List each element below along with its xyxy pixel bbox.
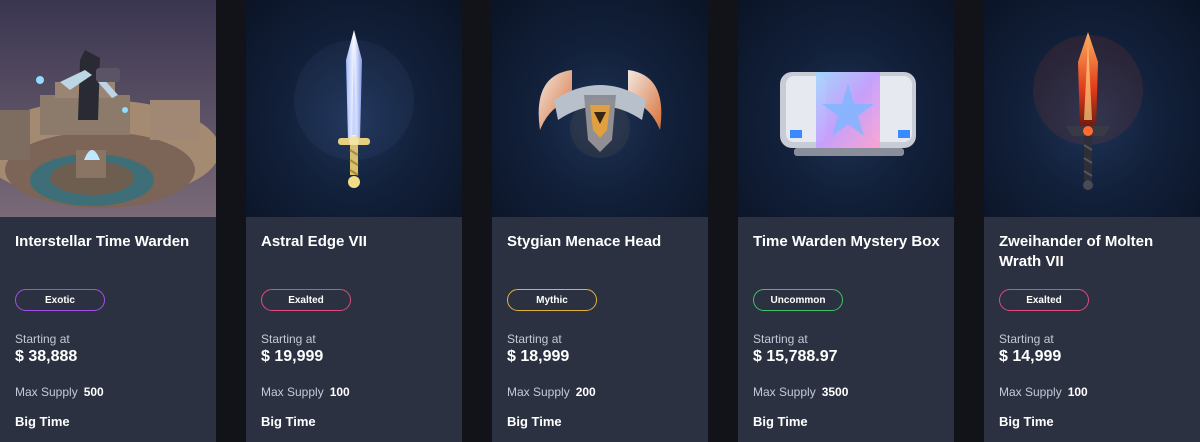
- item-image[interactable]: [492, 0, 708, 217]
- publisher: Big Time: [261, 414, 316, 429]
- item-details: Time Warden Mystery Box Uncommon Startin…: [753, 217, 946, 442]
- max-supply: Max Supply 200: [507, 385, 596, 399]
- publisher: Big Time: [507, 414, 562, 429]
- max-supply-label: Max Supply: [507, 385, 570, 399]
- max-supply-label: Max Supply: [261, 385, 324, 399]
- max-supply-label: Max Supply: [753, 385, 816, 399]
- item-image[interactable]: [246, 0, 462, 217]
- rarity-badge: Exotic: [15, 289, 105, 311]
- mystery-box-icon: [780, 72, 916, 156]
- rarity-badge: Exalted: [999, 289, 1089, 311]
- max-supply-value: 500: [83, 385, 104, 399]
- item-image[interactable]: [984, 0, 1200, 217]
- max-supply: Max Supply 100: [261, 385, 350, 399]
- item-title[interactable]: Stygian Menace Head: [507, 232, 700, 252]
- max-supply-value: 100: [329, 385, 350, 399]
- item-details: Interstellar Time Warden Exotic Starting…: [15, 217, 208, 442]
- item-card-interstellar-time-warden[interactable]: Interstellar Time Warden Exotic Starting…: [0, 0, 216, 442]
- publisher: Big Time: [15, 414, 70, 429]
- starting-at-label: Starting at: [261, 332, 316, 346]
- max-supply: Max Supply 500: [15, 385, 104, 399]
- publisher: Big Time: [753, 414, 808, 429]
- item-title[interactable]: Time Warden Mystery Box: [753, 232, 946, 252]
- molten-sword-icon: [1033, 32, 1143, 190]
- max-supply: Max Supply 100: [999, 385, 1088, 399]
- price: $ 14,999: [999, 348, 1062, 365]
- item-details: Zweihander of Molten Wrath VII Exalted S…: [999, 217, 1192, 442]
- item-card-zweihander-of-molten-wrath-vii[interactable]: Zweihander of Molten Wrath VII Exalted S…: [984, 0, 1200, 442]
- item-image[interactable]: [0, 0, 216, 217]
- max-supply-label: Max Supply: [999, 385, 1062, 399]
- item-details: Astral Edge VII Exalted Starting at $ 19…: [261, 217, 454, 442]
- rarity-badge: Mythic: [507, 289, 597, 311]
- item-title[interactable]: Interstellar Time Warden: [15, 232, 208, 252]
- max-supply-value: 100: [1067, 385, 1088, 399]
- publisher: Big Time: [999, 414, 1054, 429]
- item-title[interactable]: Astral Edge VII: [261, 232, 454, 252]
- max-supply-label: Max Supply: [15, 385, 78, 399]
- rarity-badge: Exalted: [261, 289, 351, 311]
- starting-at-label: Starting at: [999, 332, 1054, 346]
- item-title[interactable]: Zweihander of Molten Wrath VII: [999, 232, 1192, 272]
- item-card-time-warden-mystery-box[interactable]: Time Warden Mystery Box Uncommon Startin…: [738, 0, 954, 442]
- price: $ 38,888: [15, 348, 78, 365]
- max-supply-value: 200: [575, 385, 596, 399]
- max-supply-value: 3500: [821, 385, 849, 399]
- item-image[interactable]: [738, 0, 954, 217]
- horned-helmet-icon: [538, 70, 662, 158]
- starting-at-label: Starting at: [753, 332, 808, 346]
- item-details: Stygian Menace Head Mythic Starting at $…: [507, 217, 700, 442]
- price: $ 19,999: [261, 348, 324, 365]
- sword-icon: [294, 30, 414, 188]
- item-card-astral-edge-vii[interactable]: Astral Edge VII Exalted Starting at $ 19…: [246, 0, 462, 442]
- time-warden-scene-icon: [0, 0, 216, 217]
- price: $ 15,788.97: [753, 348, 838, 365]
- price: $ 18,999: [507, 348, 570, 365]
- item-card-stygian-menace-head[interactable]: Stygian Menace Head Mythic Starting at $…: [492, 0, 708, 442]
- starting-at-label: Starting at: [15, 332, 70, 346]
- rarity-badge: Uncommon: [753, 289, 843, 311]
- starting-at-label: Starting at: [507, 332, 562, 346]
- max-supply: Max Supply 3500: [753, 385, 848, 399]
